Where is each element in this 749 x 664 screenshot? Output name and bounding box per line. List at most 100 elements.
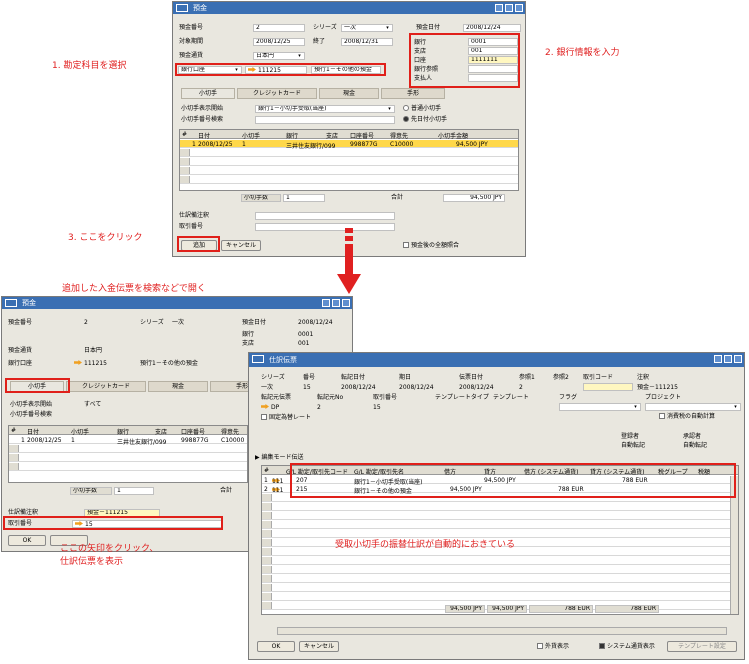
col-header: 銀行	[117, 429, 130, 436]
link-arrow-icon[interactable]	[74, 360, 82, 365]
tab-credit-card[interactable]: クレジットカード	[66, 381, 146, 392]
checkbox-icon[interactable]	[599, 643, 605, 649]
ok-button[interactable]: OK	[8, 535, 46, 546]
table-row[interactable]	[180, 176, 518, 184]
ref1-label: 参照1	[519, 374, 535, 381]
table-row[interactable]	[9, 454, 247, 462]
ok-button[interactable]: OK	[257, 641, 295, 652]
chevron-down-icon[interactable]: ▾	[386, 106, 393, 112]
table-row[interactable]: 1 2008/12/25 1 三井住友銀行/099 998877G C10000…	[180, 140, 518, 150]
origin-value[interactable]: DP	[261, 404, 279, 412]
table-row[interactable]	[262, 593, 738, 601]
cell: 1	[71, 437, 75, 444]
maximize-button[interactable]	[724, 355, 732, 363]
tab-cash[interactable]: 現金	[148, 381, 208, 392]
maximize-button[interactable]	[505, 4, 513, 12]
table-row[interactable]	[262, 521, 738, 529]
edit-mode-toggle[interactable]: ▶ 編集モード伝送	[255, 454, 304, 462]
tab-check[interactable]: 小切手	[181, 88, 235, 99]
period-from-field[interactable]: 2008/12/25	[253, 38, 305, 46]
check-no-search-field[interactable]	[255, 116, 395, 124]
close-button[interactable]	[734, 355, 742, 363]
table-row[interactable]: 1 2008/12/25 1 三井住友銀行/099 998877G C10000	[9, 436, 247, 446]
table-row[interactable]	[262, 512, 738, 520]
tab-credit-card[interactable]: クレジットカード	[237, 88, 317, 99]
checkbox-icon[interactable]	[403, 242, 409, 248]
date-label: 預金日付	[416, 24, 441, 31]
highlight-trans-no	[3, 516, 223, 530]
col-header: 小切手金額	[438, 133, 469, 140]
tab-cash[interactable]: 現金	[319, 88, 379, 99]
table-row[interactable]	[262, 575, 738, 583]
date-field[interactable]: 2008/12/24	[463, 24, 521, 32]
account-code[interactable]: 111215	[74, 360, 107, 368]
col-header: 得意先	[390, 133, 409, 140]
system-currency-checkbox[interactable]: システム通貨表示	[599, 643, 655, 651]
deposit-no-field[interactable]: 2	[253, 24, 305, 32]
deposit-no-value: 2	[84, 319, 88, 326]
chevron-down-icon[interactable]: ▾	[384, 25, 391, 31]
cancel-button[interactable]: キャンセル	[299, 641, 339, 652]
template-label: テンプレート	[493, 394, 529, 401]
keep-checkbox[interactable]: 預金後の全額照合	[403, 242, 459, 250]
project-select[interactable]: ▾	[645, 403, 741, 411]
check-bank-label: 小切手表示開始	[10, 401, 53, 408]
table-row[interactable]	[180, 149, 518, 157]
title-bar: 預金	[2, 297, 352, 309]
radio-icon[interactable]	[403, 105, 409, 111]
flag-select[interactable]: ▾	[559, 403, 641, 411]
trans-no-field[interactable]	[255, 223, 395, 231]
chevron-down-icon[interactable]: ▾	[296, 53, 303, 59]
table-row[interactable]	[9, 445, 247, 453]
minimize-button[interactable]	[322, 299, 330, 307]
series-label: シリーズ	[140, 319, 164, 326]
col-header: 支店	[155, 429, 168, 436]
minimize-button[interactable]	[495, 4, 503, 12]
check-bank-select[interactable]: 銀行1－小切手受取(当座) ▾	[255, 105, 395, 113]
close-button[interactable]	[515, 4, 523, 12]
period-to-field[interactable]: 2008/12/31	[341, 38, 393, 46]
cell: 1	[192, 141, 196, 148]
step1-annotation: 1. 勘定科目を選択	[52, 61, 127, 71]
template-settings-button[interactable]: テンプレート設定	[667, 641, 737, 652]
chevron-down-icon[interactable]: ▾	[732, 404, 739, 410]
window-title: 仕訳伝票	[269, 356, 297, 364]
minimize-button[interactable]	[714, 355, 722, 363]
triangle-right-icon[interactable]: ▶	[255, 454, 260, 461]
check-no-search-label: 小切手番号検索	[10, 411, 53, 418]
table-row[interactable]	[9, 463, 247, 471]
checkbox-icon[interactable]	[537, 643, 543, 649]
radio-icon[interactable]	[403, 116, 409, 122]
highlight-check-tab	[5, 378, 70, 393]
highlight-bank-info	[409, 33, 520, 88]
journal-note-field[interactable]	[255, 212, 395, 220]
link-arrow-icon[interactable]	[261, 404, 269, 409]
horizontal-scrollbar[interactable]	[277, 627, 727, 635]
series-label: シリーズ	[313, 24, 337, 31]
close-button[interactable]	[342, 299, 350, 307]
table-row[interactable]	[262, 566, 738, 574]
chevron-down-icon[interactable]: ▾	[632, 404, 639, 410]
currency-field[interactable]: 日本円 ▾	[253, 52, 305, 60]
window-icon	[5, 299, 17, 307]
tab-bill[interactable]: 手形	[381, 88, 445, 99]
checkbox-icon[interactable]	[261, 414, 267, 420]
table-row[interactable]	[262, 557, 738, 565]
total-credit: 94,500 JPY	[487, 605, 527, 613]
table-row[interactable]	[180, 158, 518, 166]
trans-no-label: 取引番号	[179, 223, 204, 230]
checkbox-icon[interactable]	[659, 413, 665, 419]
foreign-currency-checkbox[interactable]: 外貨表示	[537, 643, 569, 651]
table-row[interactable]	[180, 167, 518, 175]
cancel-button[interactable]: キャンセル	[221, 240, 261, 251]
table-row[interactable]	[262, 503, 738, 511]
maximize-button[interactable]	[332, 299, 340, 307]
series-label: シリーズ	[261, 374, 285, 381]
auto-tax-checkbox[interactable]: 消費税の自動計算	[659, 413, 715, 421]
radio-normal-check[interactable]: 普通小切手	[403, 105, 441, 113]
trans-code-field[interactable]	[583, 383, 633, 391]
radio-postdated-check[interactable]: 先日付小切手	[403, 116, 447, 124]
series-field[interactable]: 一次 ▾	[341, 24, 393, 32]
table-row[interactable]	[262, 584, 738, 592]
fixed-rate-checkbox[interactable]: 固定為替レート	[261, 414, 311, 422]
